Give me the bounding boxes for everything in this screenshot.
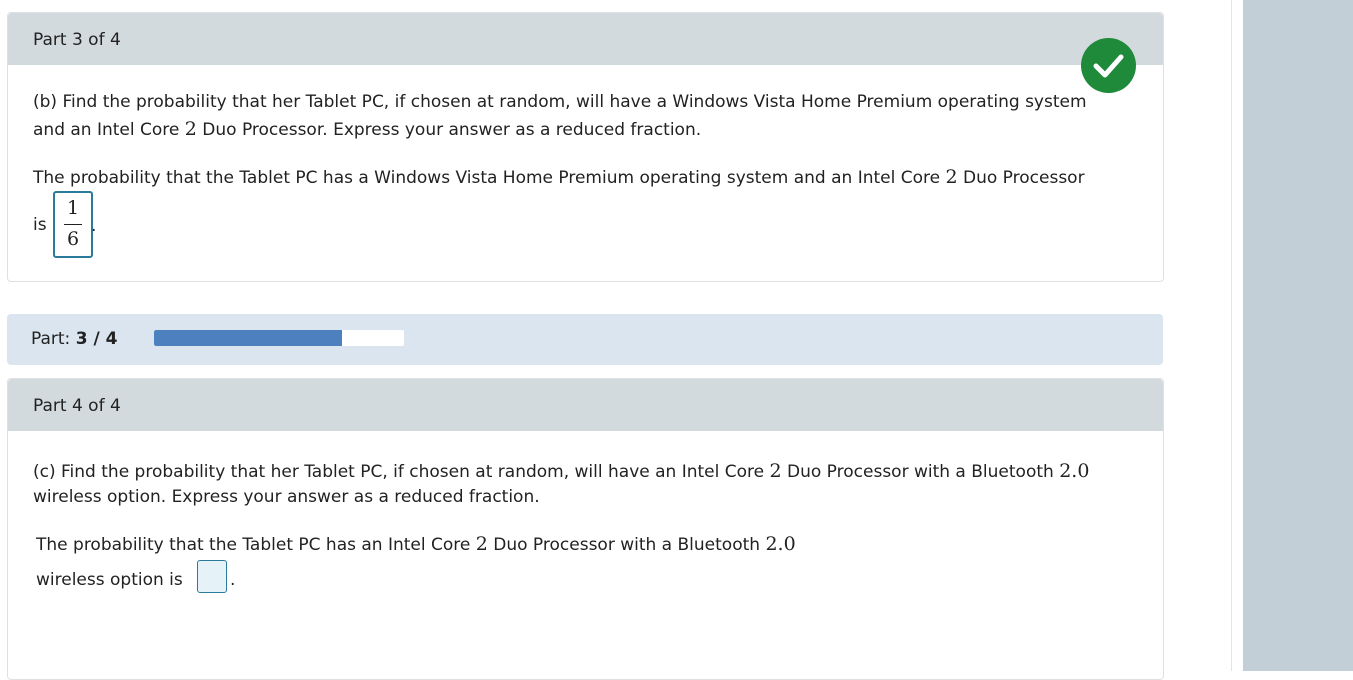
part3-header: Part 3 of 4 xyxy=(8,13,1163,65)
math-number: 2 xyxy=(769,460,782,482)
part4-header: Part 4 of 4 xyxy=(8,379,1163,431)
math-number: 2 xyxy=(945,166,958,188)
math-number: 2 xyxy=(184,118,197,140)
math-number: 2.0 xyxy=(1059,460,1090,482)
part3-question-line1: (b) Find the probability that her Tablet… xyxy=(33,92,1087,112)
part4-card: Part 4 of 4 (c) Find the probability tha… xyxy=(7,378,1164,680)
part3-answer-fraction[interactable]: 1 6 xyxy=(53,191,93,258)
part3-header-label: Part 3 of 4 xyxy=(33,30,121,50)
math-number: 2.0 xyxy=(765,533,796,555)
part4-answer-prompt: wireless option is xyxy=(36,570,183,590)
part3-question-line2: and an Intel Core 2 Duo Processor. Expre… xyxy=(33,118,702,140)
fraction-denominator: 6 xyxy=(66,228,80,250)
part3-card: Part 3 of 4 (b) Find the probability tha… xyxy=(7,12,1164,282)
part3-answer-is: is xyxy=(33,215,47,235)
part-progress-count: 3 / 4 xyxy=(75,329,118,349)
part4-answer-statement: The probability that the Tablet PC has a… xyxy=(36,533,796,555)
progress-bar xyxy=(154,330,404,346)
progress-bar-fill xyxy=(154,330,342,346)
math-number: 2 xyxy=(475,533,488,555)
right-divider xyxy=(1231,0,1232,671)
part-progress-label: Part: 3 / 4 xyxy=(31,329,118,349)
part4-question-line1: (c) Find the probability that her Tablet… xyxy=(33,460,1090,482)
correct-check-icon xyxy=(1081,38,1136,93)
part4-header-label: Part 4 of 4 xyxy=(33,396,121,416)
part4-question: (c) Find the probability that her Tablet… xyxy=(33,459,1089,510)
part4-answer-period: . xyxy=(230,570,236,590)
part3-answer-statement: The probability that the Tablet PC has a… xyxy=(33,166,1085,188)
main-content: Part 3 of 4 (b) Find the probability tha… xyxy=(0,0,1232,680)
part4-question-line2: wireless option. Express your answer as … xyxy=(33,487,540,507)
part4-answer-input[interactable] xyxy=(197,560,227,593)
part3-answer-period: . xyxy=(91,216,97,236)
part3-question: (b) Find the probability that her Tablet… xyxy=(33,89,1087,144)
fraction-bar xyxy=(64,224,82,225)
fraction-numerator: 1 xyxy=(66,197,80,219)
part-progress: Part: 3 / 4 xyxy=(7,314,1163,365)
right-sidebar xyxy=(1243,0,1353,671)
